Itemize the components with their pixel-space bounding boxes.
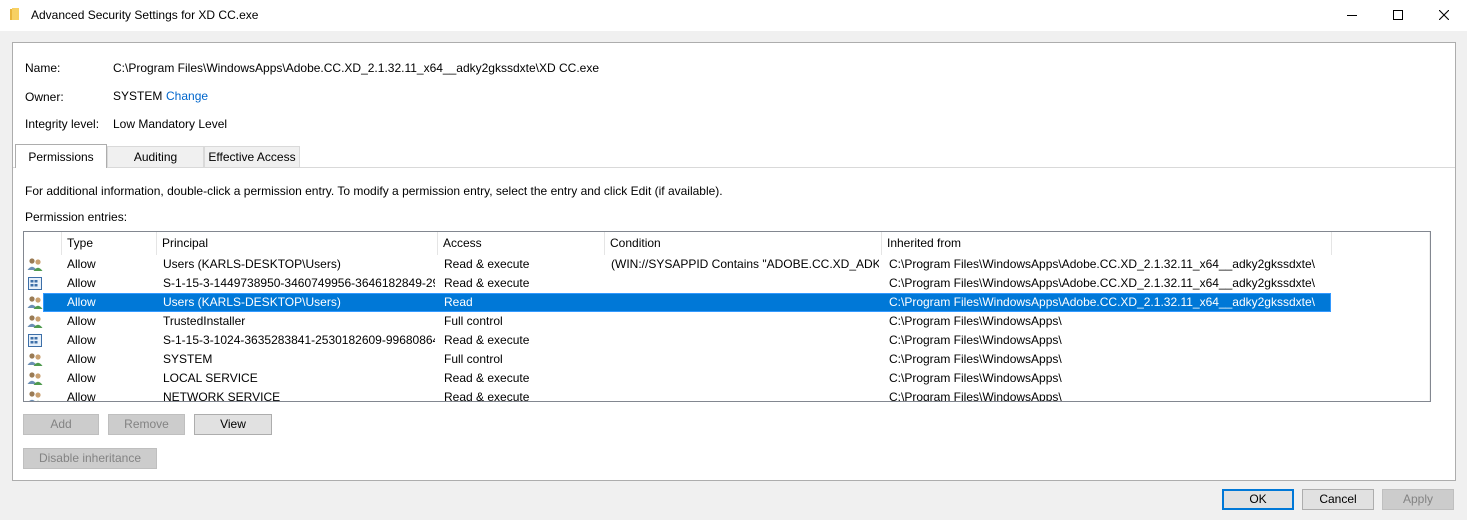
table-row[interactable]: Allow LOCAL SERVICE Read & execute C:\Progr… (24, 369, 1334, 388)
maximize-icon (1393, 10, 1403, 20)
cell-principal: Users (KARLS-DESKTOP\Users) (163, 257, 341, 271)
cell-type: Allow (67, 295, 96, 309)
minimize-icon (1347, 15, 1357, 16)
cell-inherited-from: C:\Program Files\WindowsApps\ (889, 371, 1062, 385)
table-row[interactable]: Allow NETWORK SERVICE Read & execute C:\Pro… (24, 388, 1334, 402)
cell-principal: LOCAL SERVICE (163, 371, 258, 385)
folder-icon (10, 8, 19, 20)
cell-access: Read & execute (444, 390, 530, 402)
owner-label: Owner: (25, 90, 64, 104)
cell-type: Allow (67, 314, 96, 328)
column-header-access[interactable]: Access (438, 232, 605, 255)
integrity-label: Integrity level: (25, 117, 100, 131)
maximize-button[interactable] (1375, 0, 1421, 31)
scroll-down-button[interactable] (1429, 384, 1430, 401)
cancel-button[interactable]: Cancel (1302, 489, 1374, 510)
cell-inherited-from: C:\Program Files\WindowsApps\Adobe.CC.XD… (889, 295, 1315, 309)
users-icon (27, 295, 43, 310)
cell-inherited-from: C:\Program Files\WindowsApps\Adobe.CC.XD… (889, 276, 1315, 290)
users-icon (27, 390, 43, 401)
column-header-inherited-from[interactable]: Inherited from (882, 232, 1332, 255)
cell-type: Allow (67, 257, 96, 271)
name-label: Name: (25, 61, 61, 75)
users-icon (27, 352, 43, 367)
column-header-condition[interactable]: Condition (605, 232, 882, 255)
table-row[interactable]: Allow S-1-15-3-1449738950-3460749956-3646… (24, 274, 1334, 293)
tab-divider (13, 167, 1455, 168)
permission-entries-label: Permission entries: (25, 210, 128, 224)
cell-principal: S-1-15-3-1024-3635283841-2530182609-9968… (163, 333, 435, 347)
scroll-thumb[interactable] (1430, 250, 1431, 353)
window-title: Advanced Security Settings for XD CC.exe (31, 8, 259, 22)
table-row[interactable]: Allow Users (KARLS-DESKTOP\Users) Read & e… (24, 255, 1334, 274)
title-bar: Advanced Security Settings for XD CC.exe (0, 0, 1467, 31)
name-value: C:\Program Files\WindowsApps\Adobe.CC.XD… (113, 61, 600, 75)
cell-access: Read & execute (444, 276, 530, 290)
minimize-button[interactable] (1329, 0, 1375, 31)
cell-access: Read & execute (444, 257, 530, 271)
cell-inherited-from: C:\Program Files\WindowsApps\ (889, 333, 1062, 347)
column-header-icon[interactable] (24, 232, 62, 255)
cell-principal: NETWORK SERVICE (163, 390, 281, 402)
owner-value: SYSTEM (113, 89, 163, 103)
permissions-hint: For additional information, double-click… (25, 184, 723, 198)
disable-inheritance-button[interactable]: Disable inheritance (23, 448, 157, 469)
cell-type: Allow (67, 352, 96, 366)
cell-access: Read & execute (444, 333, 530, 347)
view-button[interactable]: View (194, 414, 272, 435)
tab-effective-access[interactable]: Effective Access (204, 146, 300, 167)
cell-principal: S-1-15-3-1449738950-3460749956-364618284… (163, 276, 435, 290)
owner-change-link[interactable]: Change (166, 89, 208, 103)
cell-principal: SYSTEM (163, 352, 213, 366)
close-icon (1439, 10, 1449, 20)
cell-inherited-from: C:\Program Files\WindowsApps\Adobe.CC.XD… (889, 257, 1315, 271)
cell-access: Read (444, 295, 473, 309)
cell-condition: (WIN://SYSAPPID Contains "ADOBE.CC.XD_AD… (611, 257, 879, 271)
close-button[interactable] (1421, 0, 1467, 31)
column-header-type[interactable]: Type (62, 232, 157, 255)
table-row[interactable]: Allow Users (KARLS-DESKTOP\Users) Read C:\P… (24, 293, 1334, 312)
remove-button[interactable]: Remove (108, 414, 185, 435)
cell-inherited-from: C:\Program Files\WindowsApps\ (889, 390, 1062, 402)
table-row[interactable]: Allow S-1-15-3-1024-3635283841-2530182609… (24, 331, 1334, 350)
app-package-icon (27, 333, 43, 348)
cell-principal: Users (KARLS-DESKTOP\Users) (163, 295, 341, 309)
users-icon (27, 314, 43, 329)
vertical-scrollbar[interactable] (1429, 232, 1431, 401)
cell-inherited-from: C:\Program Files\WindowsApps\ (889, 352, 1062, 366)
scroll-up-button[interactable] (1429, 232, 1430, 249)
main-panel: Name: C:\Program Files\WindowsApps\Adobe… (12, 42, 1456, 481)
cell-principal: TrustedInstaller (163, 314, 246, 328)
cell-type: Allow (67, 276, 96, 290)
permission-entries-list[interactable]: Type Principal Access Condition Inherite… (23, 231, 1431, 402)
users-icon (27, 257, 43, 272)
cell-access: Full control (444, 352, 503, 366)
add-button[interactable]: Add (23, 414, 99, 435)
tab-permissions[interactable]: Permissions (15, 144, 107, 168)
cell-access: Full control (444, 314, 503, 328)
app-package-icon (27, 276, 43, 291)
cell-inherited-from: C:\Program Files\WindowsApps\ (889, 314, 1062, 328)
cell-type: Allow (67, 333, 96, 347)
column-header-principal[interactable]: Principal (157, 232, 438, 255)
integrity-value: Low Mandatory Level (113, 117, 228, 131)
cell-type: Allow (67, 371, 96, 385)
cell-access: Read & execute (444, 371, 530, 385)
tab-auditing[interactable]: Auditing (107, 146, 204, 167)
table-row[interactable]: Allow SYSTEM Full control C:\Program Files\… (24, 350, 1334, 369)
users-icon (27, 371, 43, 386)
apply-button[interactable]: Apply (1382, 489, 1454, 510)
cell-type: Allow (67, 390, 96, 402)
ok-button[interactable]: OK (1222, 489, 1294, 510)
table-row[interactable]: Allow TrustedInstaller Full control C:\Prog… (24, 312, 1334, 331)
